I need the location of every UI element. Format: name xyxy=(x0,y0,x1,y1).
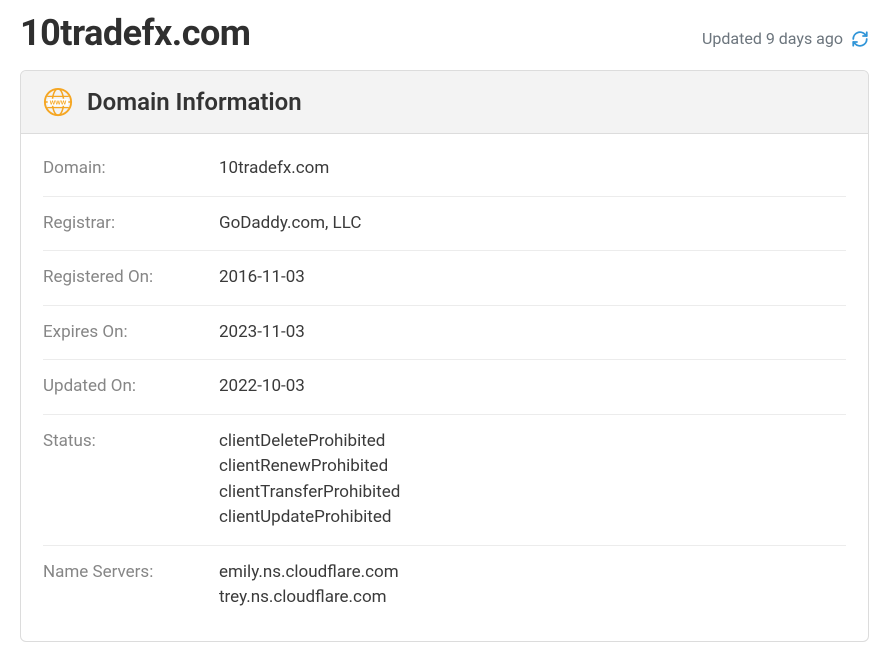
page-title: 10tradefx.com xyxy=(20,12,250,54)
row-updated-on: Updated On: 2022-10-03 xyxy=(43,360,846,415)
row-domain: Domain: 10tradefx.com xyxy=(43,142,846,197)
value-registrar: GoDaddy.com, LLC xyxy=(219,211,361,237)
value-expires-on: 2023-11-03 xyxy=(219,320,305,346)
label-name-servers: Name Servers: xyxy=(43,560,219,611)
list-item: clientUpdateProhibited xyxy=(219,505,400,531)
domain-info-card: WWW Domain Information Domain: 10tradefx… xyxy=(20,70,869,642)
value-status: clientDeleteProhibitedclientRenewProhibi… xyxy=(219,429,400,531)
row-registered-on: Registered On: 2016-11-03 xyxy=(43,251,846,306)
row-expires-on: Expires On: 2023-11-03 xyxy=(43,306,846,361)
svg-text:WWW: WWW xyxy=(50,100,67,106)
label-updated-on: Updated On: xyxy=(43,374,219,400)
list-item: clientTransferProhibited xyxy=(219,480,400,506)
label-registered-on: Registered On: xyxy=(43,265,219,291)
refresh-icon[interactable] xyxy=(851,30,869,48)
label-domain: Domain: xyxy=(43,156,219,182)
value-name-servers: emily.ns.cloudflare.comtrey.ns.cloudflar… xyxy=(219,560,399,611)
list-item: clientDeleteProhibited xyxy=(219,429,400,455)
value-domain: 10tradefx.com xyxy=(219,156,329,182)
updated-text: Updated 9 days ago xyxy=(702,29,843,48)
list-item: emily.ns.cloudflare.com xyxy=(219,560,399,586)
list-item: trey.ns.cloudflare.com xyxy=(219,585,399,611)
card-body: Domain: 10tradefx.com Registrar: GoDaddy… xyxy=(21,134,868,641)
label-status: Status: xyxy=(43,429,219,531)
label-registrar: Registrar: xyxy=(43,211,219,237)
row-name-servers: Name Servers: emily.ns.cloudflare.comtre… xyxy=(43,546,846,625)
list-item: clientRenewProhibited xyxy=(219,454,400,480)
row-status: Status: clientDeleteProhibitedclientRene… xyxy=(43,415,846,546)
www-icon: WWW xyxy=(43,87,73,117)
card-title: Domain Information xyxy=(87,88,302,116)
value-updated-on: 2022-10-03 xyxy=(219,374,305,400)
value-registered-on: 2016-11-03 xyxy=(219,265,305,291)
label-expires-on: Expires On: xyxy=(43,320,219,346)
updated-block: Updated 9 days ago xyxy=(702,29,869,54)
card-header: WWW Domain Information xyxy=(21,71,868,134)
row-registrar: Registrar: GoDaddy.com, LLC xyxy=(43,197,846,252)
